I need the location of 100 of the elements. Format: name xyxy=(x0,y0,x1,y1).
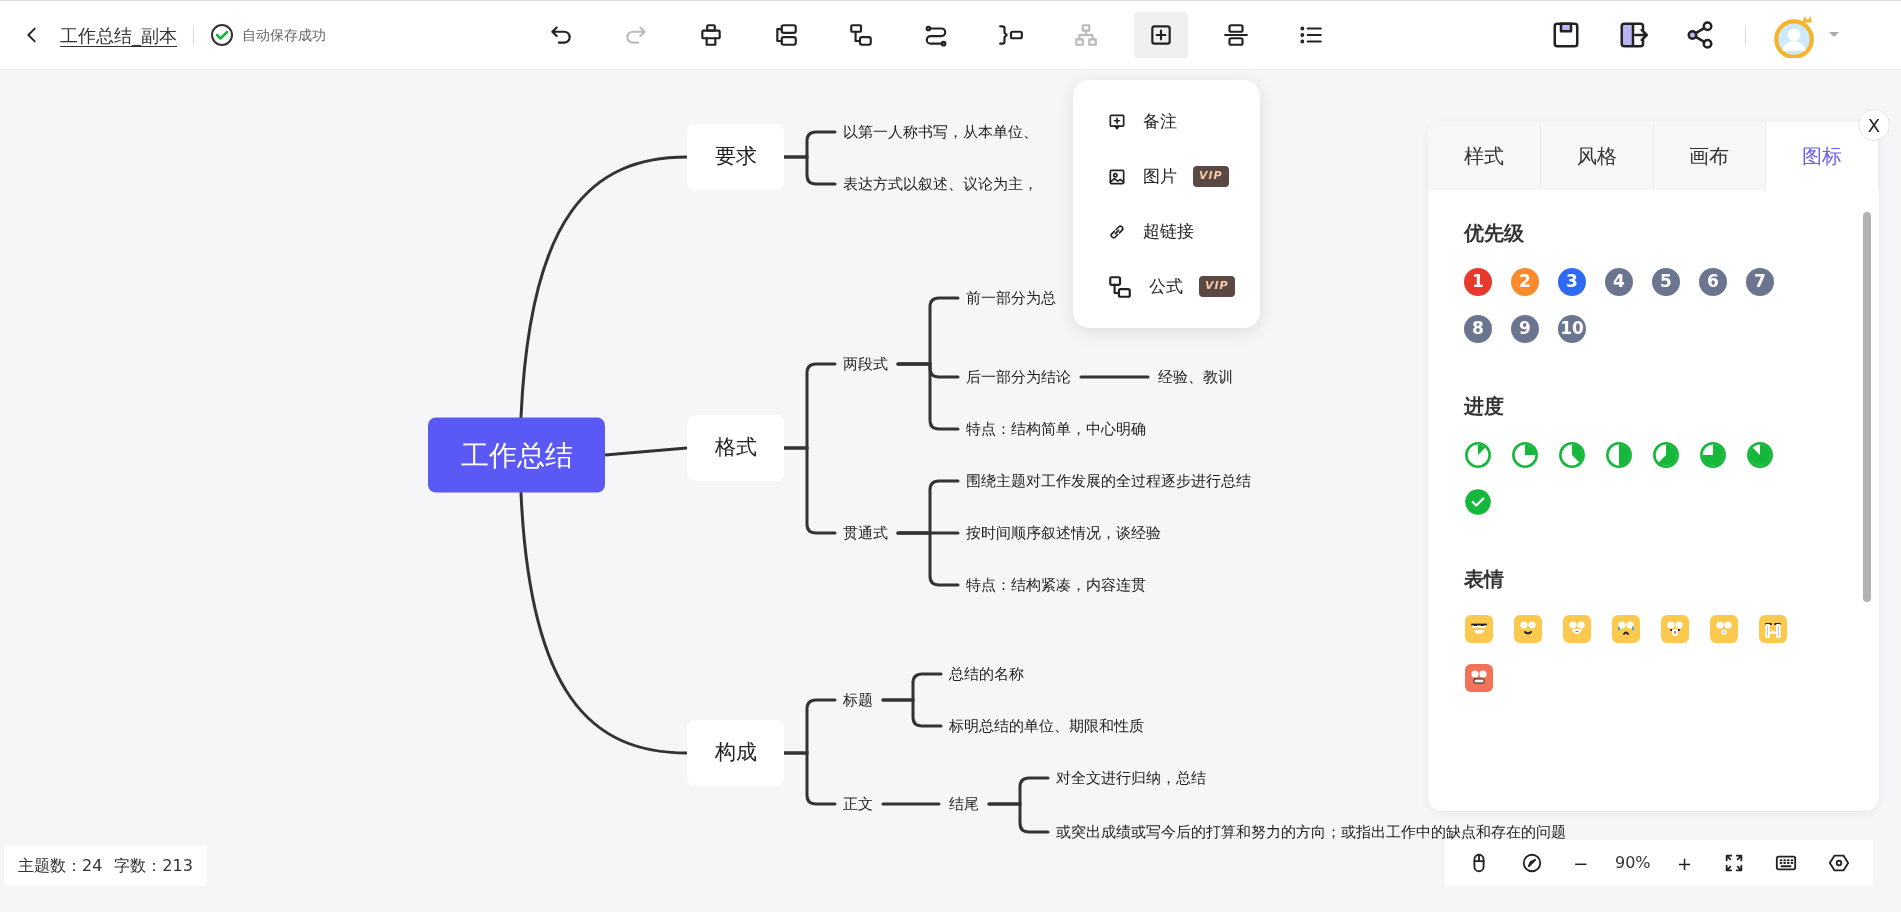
priority-icon[interactable]: 9 xyxy=(1511,315,1539,343)
priority-icon[interactable]: 5 xyxy=(1652,268,1680,296)
pie-icon xyxy=(1511,441,1539,469)
menu-item-label: 超链接 xyxy=(1143,219,1194,243)
progress-icon[interactable] xyxy=(1746,441,1774,469)
subtopic[interactable]: 以第一人称书写，从本单位、 xyxy=(843,120,1038,144)
progress-icon[interactable] xyxy=(1464,488,1492,516)
panel-tab[interactable]: 风格 xyxy=(1540,122,1654,190)
menu-item[interactable]: 图片 VIP xyxy=(1073,149,1260,204)
pie-icon xyxy=(1464,488,1492,516)
subtopic[interactable]: 结尾 xyxy=(949,792,979,816)
add-box-icon xyxy=(1148,22,1174,48)
priority-icon[interactable]: 3 xyxy=(1558,268,1586,296)
subtopic[interactable]: 经验、教训 xyxy=(1158,365,1233,389)
zoom-out-button[interactable]: − xyxy=(1569,849,1593,877)
check-circle-icon xyxy=(210,23,234,47)
pie-icon xyxy=(1558,441,1586,469)
connector-line xyxy=(881,698,943,728)
share-icon xyxy=(1685,20,1715,50)
navigation-icon xyxy=(1520,852,1543,874)
align-center-icon xyxy=(1223,22,1249,48)
hexagon-icon xyxy=(1827,852,1850,874)
pie-icon xyxy=(1652,441,1680,469)
connector-line xyxy=(1079,375,1150,379)
progress-icon[interactable] xyxy=(1652,441,1680,469)
export-icon xyxy=(1618,20,1648,50)
status-text: 字数：213 xyxy=(114,854,193,877)
main-topic[interactable]: 格式 xyxy=(687,415,784,481)
save-status: 自动保存成功 xyxy=(242,25,326,45)
emoji-button[interactable] xyxy=(1464,663,1494,693)
priority-icon[interactable]: 8 xyxy=(1464,315,1492,343)
section-heading: 表情 xyxy=(1464,566,1505,593)
subtopic[interactable]: 贯通式 xyxy=(843,521,888,545)
panel-tab[interactable]: 样式 xyxy=(1428,122,1541,190)
subtopic[interactable]: 特点：结构紧凑，内容连贯 xyxy=(966,573,1146,597)
structure-icon xyxy=(1073,22,1099,48)
pie-icon xyxy=(1605,441,1633,469)
root-topic[interactable]: 工作总结 xyxy=(428,417,605,493)
menu-item[interactable]: 公式 VIP xyxy=(1073,259,1260,314)
emoji-icon xyxy=(1709,614,1739,644)
subtopic[interactable]: 后一部分为结论 xyxy=(966,365,1071,389)
progress-icon[interactable] xyxy=(1605,441,1633,469)
subtopic[interactable]: 围绕主题对工作发展的全过程逐步进行总结 xyxy=(966,469,1251,493)
subtopic[interactable]: 总结的名称 xyxy=(949,662,1024,686)
parent-node-icon xyxy=(698,22,724,48)
priority-icon[interactable]: 7 xyxy=(1746,268,1774,296)
scrollbar[interactable] xyxy=(1863,212,1871,602)
emoji-icon xyxy=(1611,614,1641,644)
menu-item-label: 备注 xyxy=(1143,109,1177,133)
subtopic[interactable]: 或突出成绩或写今后的打算和努力的方向；或指出工作中的缺点和存在的问题 xyxy=(1056,820,1566,844)
progress-icon[interactable] xyxy=(1464,441,1492,469)
connector-line xyxy=(881,802,941,806)
save-icon xyxy=(1551,20,1581,50)
emoji-icon xyxy=(1758,614,1788,644)
menu-item[interactable]: 备注 xyxy=(1073,94,1260,149)
bracket-icon xyxy=(998,22,1024,48)
panel-tab[interactable]: 画布 xyxy=(1653,122,1767,190)
zoom-level: 90% xyxy=(1614,852,1651,874)
sibling-node-icon xyxy=(773,22,799,48)
subtopic[interactable]: 对全文进行归纳，总结 xyxy=(1056,766,1206,790)
priority-icon[interactable]: 10 xyxy=(1558,315,1586,343)
connector-line xyxy=(782,751,837,806)
priority-icon[interactable]: 6 xyxy=(1699,268,1727,296)
document-title-link[interactable]: 工作总结_副本 xyxy=(60,21,177,49)
vip-badge: VIP xyxy=(1199,276,1235,297)
emoji-icon xyxy=(1660,614,1690,644)
progress-icon[interactable] xyxy=(1699,441,1727,469)
close-button[interactable]: X xyxy=(1858,109,1890,141)
subtopic[interactable]: 两段式 xyxy=(843,352,888,376)
add-box-button[interactable] xyxy=(1134,12,1188,58)
vip-badge: VIP xyxy=(1193,166,1229,187)
pie-icon xyxy=(1746,441,1774,469)
pie-icon xyxy=(1699,441,1727,469)
main-topic[interactable]: 要求 xyxy=(687,124,784,190)
subtopic[interactable]: 正文 xyxy=(843,792,873,816)
menu-item[interactable]: 超链接 xyxy=(1073,204,1260,259)
emoji-icon xyxy=(1464,614,1494,644)
connector-line xyxy=(782,155,837,186)
section-heading: 进度 xyxy=(1464,393,1505,420)
subtopic[interactable]: 标题 xyxy=(843,688,873,712)
priority-icon[interactable]: 4 xyxy=(1605,268,1633,296)
child-node-icon xyxy=(848,22,874,48)
priority-icon[interactable]: 1 xyxy=(1464,268,1492,296)
progress-icon[interactable] xyxy=(1558,441,1586,469)
emoji-icon xyxy=(1513,614,1543,644)
subtopic[interactable]: 前一部分为总 xyxy=(966,286,1056,310)
emoji-icon xyxy=(1562,614,1592,644)
main-topic[interactable]: 构成 xyxy=(687,720,784,786)
subtopic[interactable]: 按时间顺序叙述情况，谈经验 xyxy=(966,521,1161,545)
emoji-icon xyxy=(1464,663,1494,693)
pie-icon xyxy=(1464,441,1492,469)
node-pair-icon xyxy=(1107,273,1133,300)
emoji-button[interactable] xyxy=(1464,614,1494,644)
zoom-in-button[interactable]: + xyxy=(1673,849,1697,877)
progress-icon[interactable] xyxy=(1511,441,1539,469)
subtopic[interactable]: 标明总结的单位、期限和性质 xyxy=(949,714,1144,738)
menu-item-label: 图片 xyxy=(1143,164,1177,188)
subtopic[interactable]: 表达方式以叙述、议论为主， xyxy=(843,172,1038,196)
subtopic[interactable]: 特点：结构简单，中心明确 xyxy=(966,417,1146,441)
section-heading: 优先级 xyxy=(1464,220,1525,247)
